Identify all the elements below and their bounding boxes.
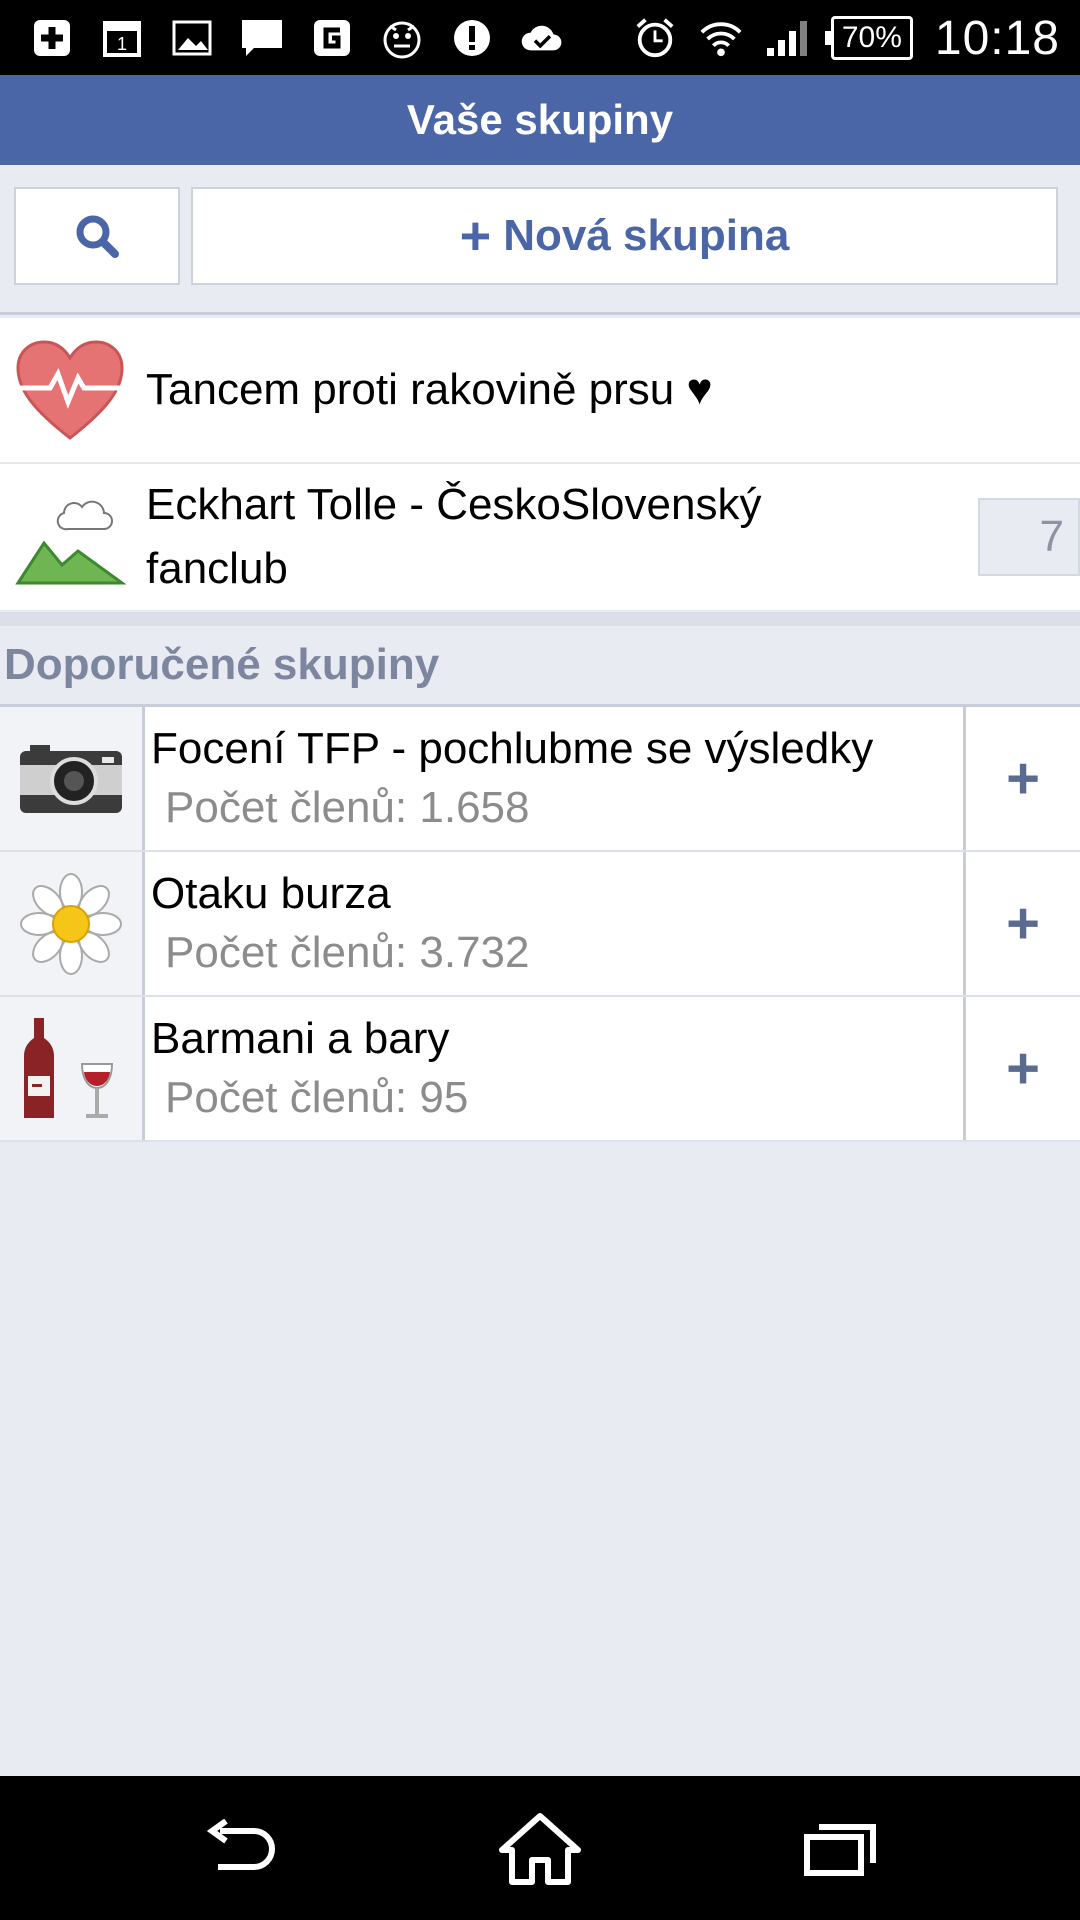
member-count: Počet členů: 95 (165, 1073, 469, 1122)
calendar-icon: 1 (100, 16, 144, 60)
flower-icon (0, 852, 145, 995)
svg-text:1: 1 (117, 34, 127, 54)
back-button[interactable] (195, 1814, 285, 1884)
search-icon (76, 215, 119, 258)
suggested-group-row[interactable]: Barmani a bary Počet členů: 95 + (0, 997, 1080, 1142)
chat-icon (240, 16, 284, 60)
group-row[interactable]: Eckhart Tolle - ČeskoSlovenský fanclub 7 (0, 464, 1080, 610)
back-icon (206, 1819, 275, 1870)
g-app-icon (310, 16, 354, 60)
suggested-group-name: Focení TFP - pochlubme se výsledky (151, 724, 874, 773)
suggested-group-name: Barmani a bary (151, 1014, 450, 1063)
battery-level: 70% (841, 21, 902, 54)
page-title: Vaše skupiny (0, 75, 1080, 165)
group-row[interactable]: Tancem proti rakovině prsu ♥ (0, 318, 1080, 464)
group-name: Eckhart Tolle - ČeskoSlovenský fanclub (146, 480, 762, 593)
mascot-icon (380, 16, 424, 60)
my-groups-list: Tancem proti rakovině prsu ♥ Eckhart Tol… (0, 318, 1080, 610)
add-icon (30, 16, 74, 60)
recent-apps-icon (804, 1824, 876, 1876)
cloud-check-icon (520, 16, 564, 60)
alert-icon (450, 16, 494, 60)
plus-icon: + (459, 206, 492, 266)
navigation-bar (0, 1776, 1080, 1920)
search-button[interactable] (14, 187, 180, 285)
suggested-groups-header: Doporučené skupiny (0, 612, 1080, 707)
member-count: Počet členů: 3.732 (165, 928, 530, 977)
join-group-button[interactable]: + (963, 852, 1080, 995)
join-group-button[interactable]: + (963, 997, 1080, 1140)
status-bar: 1 70% 10:18 (0, 0, 1080, 75)
new-group-button[interactable]: + Nová skupina (191, 187, 1058, 285)
clock: 10:18 (934, 11, 1060, 65)
join-group-button[interactable]: + (963, 707, 1080, 850)
recent-apps-button[interactable] (795, 1814, 885, 1884)
camera-icon (0, 707, 145, 850)
landscape-icon (10, 477, 130, 597)
home-button[interactable] (495, 1813, 585, 1885)
system-icons: 70% 10:18 (633, 10, 1060, 66)
unread-count-badge: 7 (978, 498, 1080, 576)
battery-indicator: 70% (824, 16, 913, 60)
member-count: Počet členů: 1.658 (165, 783, 530, 832)
heart-icon (10, 330, 130, 450)
wifi-icon (699, 16, 743, 60)
suggested-groups-list: Focení TFP - pochlubme se výsledky Počet… (0, 707, 1080, 1142)
suggested-group-row[interactable]: Focení TFP - pochlubme se výsledky Počet… (0, 707, 1080, 852)
group-name: Tancem proti rakovině prsu ♥ (146, 365, 713, 414)
alarm-icon (633, 16, 677, 60)
home-icon (499, 1813, 581, 1885)
signal-icon (765, 16, 809, 60)
toolbar: + Nová skupina (0, 165, 1080, 315)
wine-icon (0, 997, 145, 1140)
suggested-group-row[interactable]: Otaku burza Počet členů: 3.732 + (0, 852, 1080, 997)
suggested-group-name: Otaku burza (151, 869, 391, 918)
gallery-icon (170, 16, 214, 60)
new-group-label: Nová skupina (503, 211, 790, 260)
section-title: Doporučené skupiny (4, 640, 440, 689)
notification-icons: 1 (30, 14, 564, 62)
